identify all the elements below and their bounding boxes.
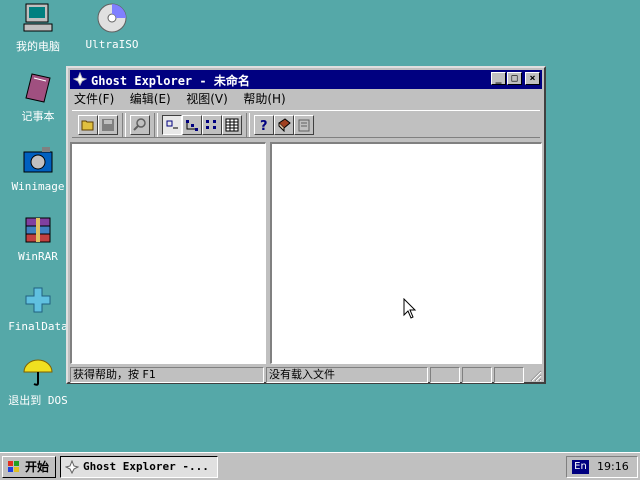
open-folder-icon [81,120,94,131]
taskbar-item-ghost-explorer[interactable]: Ghost Explorer -... [60,456,218,478]
open-button[interactable] [78,115,98,135]
maximize-button[interactable]: □ [507,72,522,85]
find-button[interactable] [130,115,150,135]
status-bar: 获得帮助，按 F1 没有载入文件 [70,366,542,384]
title-bar[interactable]: Ghost Explorer - 未命名 _ □ × [70,70,542,89]
windows-flag-icon [7,460,21,474]
status-cell [462,367,492,383]
large-icons-button[interactable] [162,115,182,135]
language-indicator[interactable]: En [572,460,589,474]
small-icons-icon [186,120,198,131]
desktop-icon-label: UltraISO [85,38,139,51]
details-view-button[interactable] [222,115,242,135]
large-icons-icon [166,120,178,129]
toolbar-separator [122,113,126,137]
menu-help[interactable]: 帮助(H) [243,90,285,107]
clock[interactable]: 19:16 [597,457,629,477]
desktop-icon-my-computer[interactable]: 我的电脑 [0,2,78,54]
taskbar: 开始 Ghost Explorer -... En 19:16 [0,452,640,480]
taskbar-item-label: Ghost Explorer -... [83,460,209,473]
small-icons-button[interactable] [182,115,202,135]
status-file-text: 没有载入文件 [266,367,428,383]
properties-icon [298,119,310,132]
maximize-icon: □ [511,73,518,84]
list-icon [206,120,216,129]
menu-edit[interactable]: 编辑(E) [130,90,171,107]
close-icon: × [529,73,536,84]
toolbar-separator [246,113,250,137]
magnifier-icon [133,118,146,131]
notebook-icon [22,72,54,104]
desktop-icon-ultraiso[interactable]: UltraISO [72,2,152,51]
book-icon [278,118,291,132]
file-list-pane[interactable] [270,142,542,364]
desktop-icon-label: 我的电脑 [16,40,60,53]
ghost-explorer-window[interactable]: Ghost Explorer - 未命名 _ □ × 文件(F) 编辑(E) 视… [66,66,546,384]
resize-grip[interactable] [530,370,542,382]
minimize-icon: _ [495,73,502,84]
cd-icon [96,2,128,34]
help-button[interactable]: ? [254,115,274,135]
status-help-text: 获得帮助，按 F1 [70,367,264,383]
ghost-app-icon [72,71,88,87]
desktop-icon-label: 退出到 DOS [8,394,68,407]
status-cell [430,367,460,383]
save-button[interactable] [98,115,118,135]
close-button[interactable]: × [525,72,540,85]
menu-view[interactable]: 视图(V) [186,90,228,107]
mouse-cursor-icon [403,297,417,323]
save-icon [102,119,114,131]
minimize-button[interactable]: _ [491,72,506,85]
menu-bar: 文件(F) 编辑(E) 视图(V) 帮助(H) [74,90,298,108]
tree-pane[interactable] [70,142,266,364]
properties-button[interactable] [294,115,314,135]
svg-text:?: ? [260,119,268,132]
archive-icon [22,214,54,246]
start-button[interactable]: 开始 [2,456,56,478]
list-view-button[interactable] [202,115,222,135]
toolbar: ? [72,110,540,138]
toolbar-separator [154,113,158,137]
status-cell [494,367,524,383]
system-tray: En 19:16 [566,456,638,478]
computer-icon [22,2,54,34]
resize-grip-icon [530,370,542,382]
book-button[interactable] [274,115,294,135]
ghost-app-icon [64,459,80,475]
camera-icon [22,144,54,176]
start-label: 开始 [25,460,50,474]
umbrella-icon [22,356,54,388]
window-title: Ghost Explorer - 未命名 [91,74,250,88]
details-icon [225,118,239,132]
menu-file[interactable]: 文件(F) [74,90,114,107]
question-icon: ? [260,119,268,132]
recover-icon [22,284,54,316]
